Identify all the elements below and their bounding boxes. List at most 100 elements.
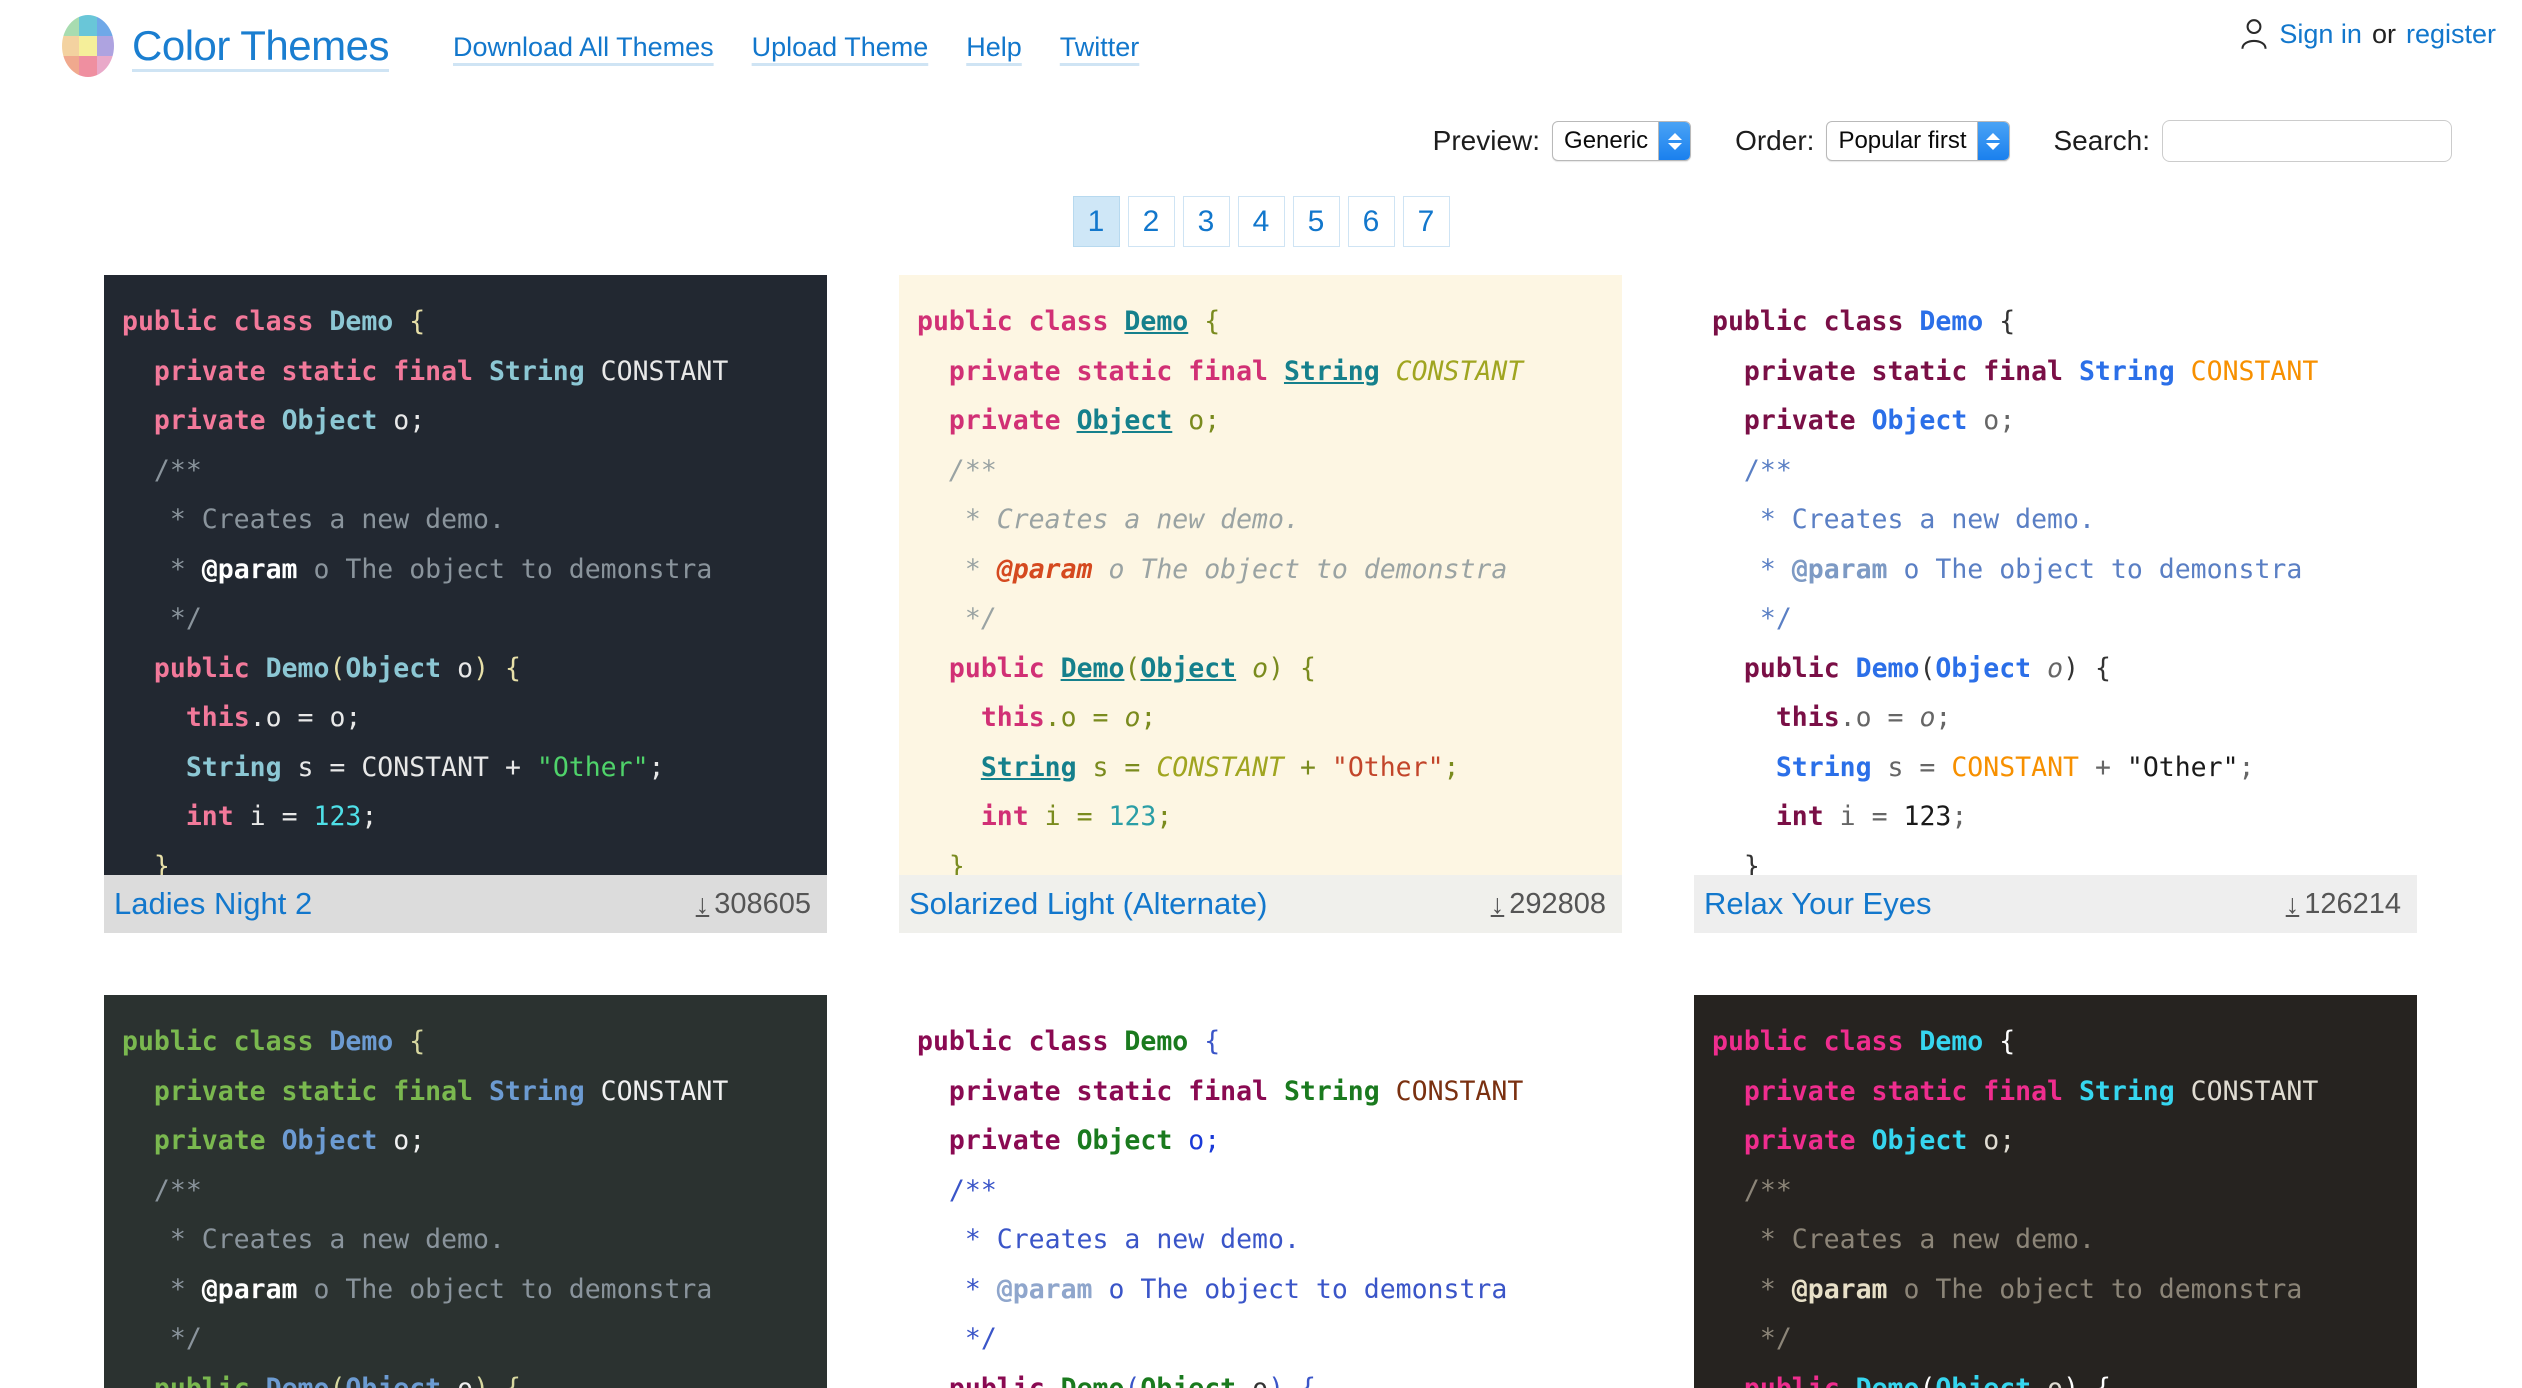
code-line: public class Demo { <box>122 1017 827 1067</box>
theme-card[interactable]: public class Demo { private static final… <box>899 275 1622 933</box>
code-token: { <box>393 1026 426 1057</box>
page-button-3[interactable]: 3 <box>1182 196 1230 247</box>
theme-card[interactable]: public class Demo { private static final… <box>899 995 1622 1388</box>
code-token: Demo <box>265 652 330 684</box>
code-token: Object <box>281 1125 378 1156</box>
page-button-6[interactable]: 6 <box>1347 196 1395 247</box>
code-token: ; <box>1140 702 1157 733</box>
code-token: + <box>1283 751 1332 783</box>
code-token: CONSTANT <box>2174 355 2319 387</box>
code-token: ) { <box>1268 652 1316 684</box>
code-token: s = <box>1076 751 1157 783</box>
code-line: int i = 123; <box>122 792 827 842</box>
theme-name-link[interactable]: Solarized Light (Alternate) <box>909 886 1267 922</box>
code-token: ; <box>1935 702 1952 733</box>
preview-select-arrows[interactable] <box>1658 122 1691 160</box>
code-token: private <box>948 1125 1077 1156</box>
download-arrow-icon: ↓ <box>2285 888 2300 919</box>
code-line: * @param o The object to demonstra <box>122 1265 827 1315</box>
order-select-arrows[interactable] <box>1976 122 2009 160</box>
code-token: o The object to demonstra <box>1887 553 2303 585</box>
code-token: o <box>1124 702 1141 733</box>
code-line: private Object o; <box>122 1116 827 1166</box>
code-token: private static final <box>153 1075 489 1107</box>
theme-name-link[interactable]: Relax Your Eyes <box>1704 886 1931 922</box>
chevron-up-icon <box>1667 132 1682 140</box>
page-button-4[interactable]: 4 <box>1237 196 1285 247</box>
code-token: private static final <box>1743 355 2079 387</box>
download-count-value: 126214 <box>2304 887 2401 920</box>
preview-select[interactable]: Generic <box>1552 121 1692 161</box>
code-token: CONSTANT <box>1156 751 1284 783</box>
code-token: Object <box>281 405 378 436</box>
page-button-1[interactable]: 1 <box>1072 196 1120 247</box>
page-button-5[interactable]: 5 <box>1292 196 1340 247</box>
brand[interactable]: Color Themes <box>62 15 390 77</box>
code-line: private static final String CONSTANT <box>917 1067 1622 1117</box>
code-token: + <box>488 751 537 783</box>
code-token: Object <box>1076 1125 1173 1156</box>
nav-link-upload-theme[interactable]: Upload Theme <box>752 32 929 63</box>
brand-title[interactable]: Color Themes <box>132 22 390 70</box>
code-line: * Creates a new demo. <box>917 495 1622 545</box>
code-token: public class <box>917 306 1125 337</box>
code-line: */ <box>1712 1314 2417 1364</box>
search-input[interactable] <box>2162 120 2452 162</box>
code-line: */ <box>1712 594 2417 644</box>
preview-control: Preview: Generic <box>1433 121 1692 161</box>
code-token: Demo <box>1919 306 1984 337</box>
theme-card[interactable]: public class Demo { private static final… <box>104 995 827 1388</box>
code-token: */ <box>1712 603 1792 634</box>
nav-link-help[interactable]: Help <box>966 32 1022 63</box>
code-line: * @param o The object to demonstra <box>122 545 827 595</box>
code-line: private static final String CONSTANT <box>1712 1067 2417 1117</box>
register-link[interactable]: register <box>2406 19 2496 50</box>
theme-card[interactable]: public class Demo { private static final… <box>1694 995 2417 1388</box>
code-token: Object <box>1140 1372 1237 1388</box>
search-control: Search: <box>2053 120 2452 162</box>
code-token: o The object to demonstra <box>1887 1273 2303 1305</box>
code-token: i = <box>1823 801 1904 832</box>
code-token: private <box>1743 405 1872 436</box>
code-line: private static final String CONSTANT <box>122 347 827 397</box>
page-button-7[interactable]: 7 <box>1402 196 1450 247</box>
code-token: String <box>980 751 1077 783</box>
code-token: ; <box>2238 751 2255 783</box>
code-token: o; <box>1967 1125 2016 1156</box>
search-label: Search: <box>2053 125 2151 156</box>
page-button-2[interactable]: 2 <box>1127 196 1175 247</box>
code-line: * Creates a new demo. <box>1712 495 2417 545</box>
code-token: String <box>1283 1075 1380 1107</box>
theme-card[interactable]: public class Demo { private static final… <box>1694 275 2417 933</box>
code-token: ; <box>1156 801 1173 832</box>
download-arrow-icon: ↓ <box>695 888 710 919</box>
theme-code-preview: public class Demo { private static final… <box>1694 995 2417 1388</box>
code-token: String <box>2078 1075 2175 1107</box>
order-select[interactable]: Popular first <box>1826 121 2010 161</box>
code-token: { <box>1983 1026 2016 1057</box>
theme-card[interactable]: public class Demo { private static final… <box>104 275 827 933</box>
theme-name-link[interactable]: Ladies Night 2 <box>114 886 312 922</box>
code-token: private <box>1743 1125 1872 1156</box>
sign-in-link[interactable]: Sign in <box>2279 19 2362 50</box>
code-token: int <box>980 801 1029 832</box>
code-token: o The object to demonstra <box>1092 553 1508 585</box>
code-token: o The object to demonstra <box>297 553 713 585</box>
code-token: + <box>2078 751 2127 783</box>
nav-link-download-all-themes[interactable]: Download All Themes <box>453 32 714 63</box>
code-token: ; <box>1951 801 1968 832</box>
code-token: /** <box>1712 454 1792 486</box>
chevron-up-icon <box>1986 132 2000 140</box>
code-token: { <box>1188 306 1221 337</box>
code-token: int <box>1775 801 1824 832</box>
code-token: Demo <box>1855 1372 1920 1388</box>
nav-link-twitter[interactable]: Twitter <box>1060 32 1140 63</box>
